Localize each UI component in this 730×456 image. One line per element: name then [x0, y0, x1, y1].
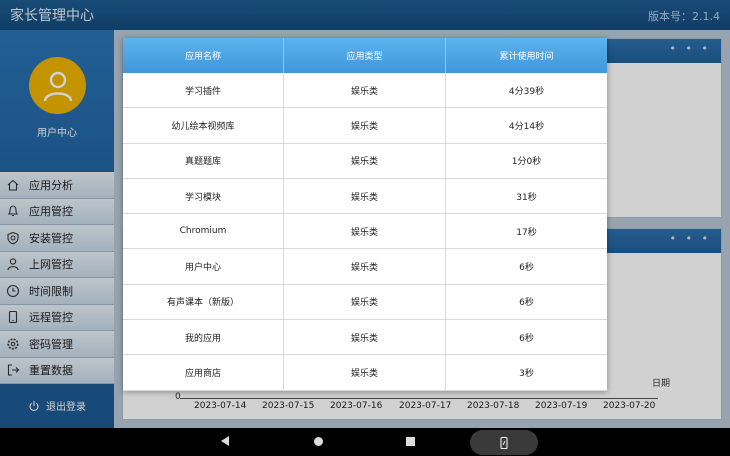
- cell-app-type: 娱乐类: [284, 249, 446, 284]
- cell-app-type: 娱乐类: [284, 178, 446, 214]
- cell-usage-time: 17秒: [516, 227, 537, 238]
- table-row[interactable]: Chromium 娱乐类 17秒: [123, 214, 607, 250]
- cell-app-type: 娱乐类: [284, 355, 446, 390]
- cell-usage-time: 6秒: [519, 298, 534, 309]
- column-header-app-type: 应用类型: [284, 38, 446, 73]
- cell-usage-time: 4分14秒: [508, 121, 545, 132]
- cell-app-name: 应用商店: [123, 355, 284, 390]
- recent-apps-icon[interactable]: [406, 437, 415, 446]
- table-row[interactable]: 真题题库 娱乐类 1分0秒: [123, 143, 607, 179]
- cell-app-name: 用户中心: [123, 249, 284, 284]
- cell-app-type: 娱乐类: [284, 284, 446, 320]
- cell-app-type: 娱乐类: [284, 143, 446, 178]
- cell-app-name: 幼儿绘本视频库: [123, 108, 284, 143]
- table-row[interactable]: 学习插件 娱乐类 4分39秒: [123, 73, 607, 109]
- cell-usage-time: 31秒: [516, 192, 537, 203]
- cell-usage-time: 3秒: [519, 369, 534, 380]
- app-usage-dialog: 应用名称 应用类型 累计使用时间 学习插件 娱乐类 4分39秒 幼儿绘本视频库 娱乐类 4…: [123, 38, 607, 391]
- table-row[interactable]: 用户中心 娱乐类 6秒: [123, 249, 607, 285]
- cell-app-name: Chromium: [123, 214, 284, 249]
- cell-app-type: 娱乐类: [284, 320, 446, 355]
- cell-app-name: 真题题库: [123, 143, 284, 178]
- table-body: 学习插件 娱乐类 4分39秒 幼儿绘本视频库 娱乐类 4分14秒 真题题库 娱乐类 1分0秒 学习…: [123, 73, 607, 391]
- table-row[interactable]: 我的应用 娱乐类 6秒: [123, 320, 607, 356]
- home-button-icon[interactable]: [314, 437, 323, 446]
- cell-app-type: 娱乐类: [284, 108, 446, 143]
- system-nav-bar: [0, 428, 730, 456]
- cell-app-type: 娱乐类: [284, 214, 446, 249]
- cell-app-name: 有声课本（新版）: [123, 284, 284, 320]
- cell-app-name: 学习模块: [123, 178, 284, 214]
- table-row[interactable]: 幼儿绘本视频库 娱乐类 4分14秒: [123, 108, 607, 144]
- table-row[interactable]: 有声课本（新版） 娱乐类 6秒: [123, 284, 607, 321]
- cell-app-name: 我的应用: [123, 320, 284, 355]
- cell-app-type: 娱乐类: [284, 73, 446, 108]
- cell-app-name: 学习插件: [123, 73, 284, 108]
- cell-usage-time: 4分39秒: [508, 86, 545, 97]
- cell-usage-time: 6秒: [519, 333, 534, 344]
- table-header: 应用名称 应用类型 累计使用时间: [123, 38, 607, 73]
- table-row[interactable]: 学习模块 娱乐类 31秒: [123, 178, 607, 215]
- screen-rotate-button[interactable]: [470, 430, 538, 455]
- cell-usage-time: 6秒: [519, 263, 534, 274]
- back-icon[interactable]: [221, 436, 229, 446]
- cell-usage-time: 1分0秒: [511, 157, 542, 168]
- column-header-usage-time: 累计使用时间: [499, 52, 554, 62]
- table-row[interactable]: 应用商店 娱乐类 3秒: [123, 355, 607, 391]
- column-header-app-name: 应用名称: [123, 38, 284, 73]
- rotate-phone-icon: [500, 436, 508, 449]
